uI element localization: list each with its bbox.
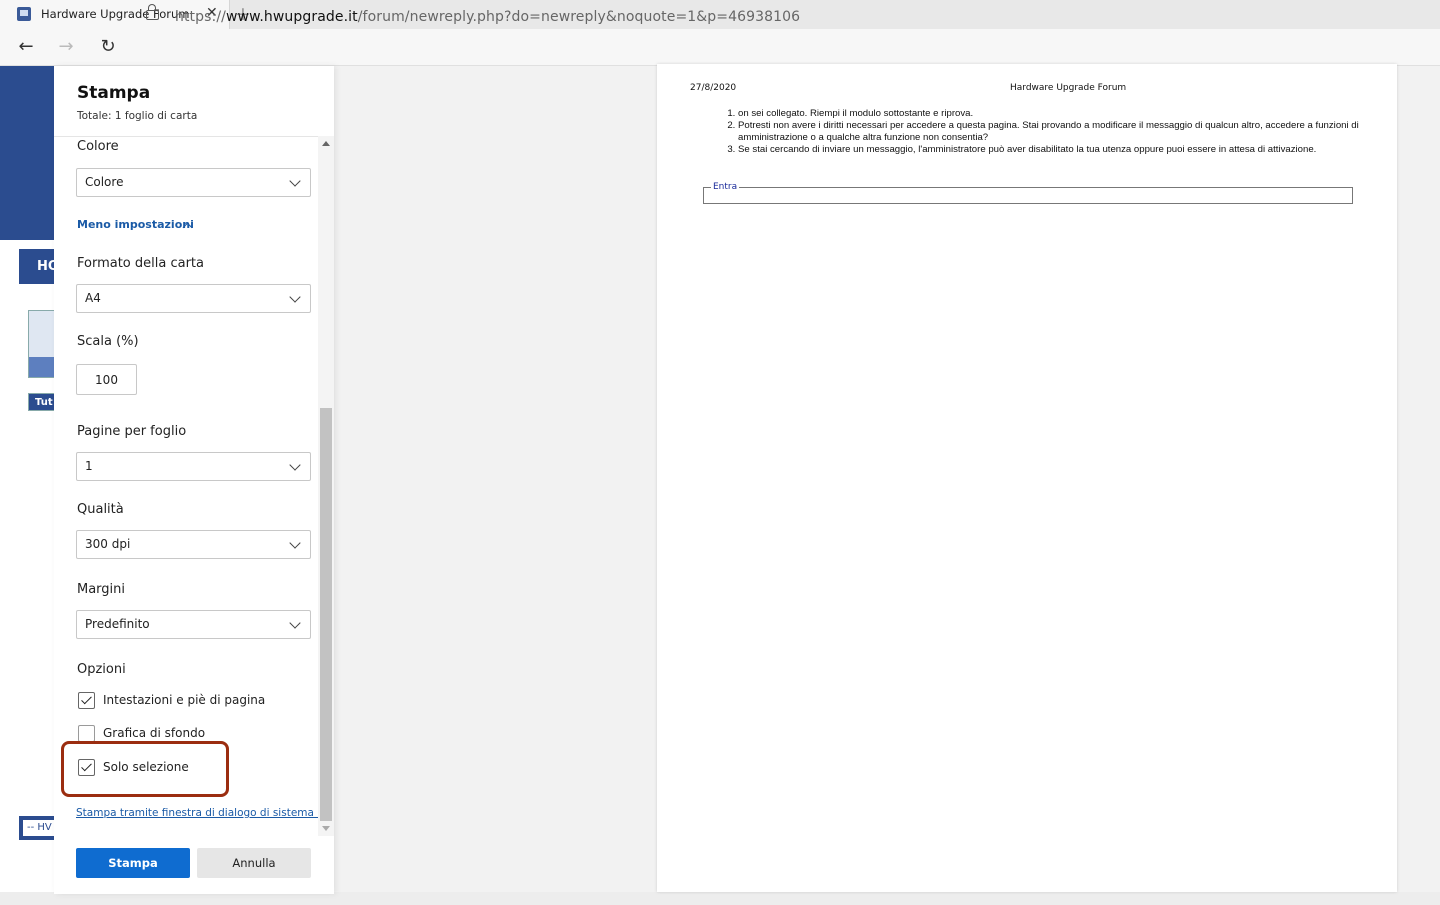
scale-input[interactable]: 100 [76,364,137,395]
page-tutti-button[interactable]: Tut [28,393,56,411]
margins-value: Predefinito [85,617,150,631]
preview-message-list: on sei collegato. Riempi il modulo sotto… [703,108,1398,156]
preview-fieldset-legend: Entra [711,182,740,192]
list-item: on sei collegato. Riempi il modulo sotto… [738,108,1398,120]
headers-footers-label[interactable]: Intestazioni e piè di pagina [103,693,265,707]
address-bar-row: ← → ↻ [0,29,1440,66]
page-forum-jump-select[interactable]: -- HV [19,816,56,840]
scale-label: Scala (%) [77,334,139,349]
reload-icon[interactable]: ↻ [96,35,120,59]
panel-title: Stampa [77,83,151,103]
page-forum-jump-text: -- HV [23,820,56,836]
cancel-button[interactable]: Annulla [197,848,311,878]
background-graphics-checkbox[interactable] [78,725,95,742]
page-header-banner [0,66,56,240]
scrollbar-thumb[interactable] [320,408,332,821]
forward-arrow-icon[interactable]: → [54,35,78,59]
preview-header-title: Hardware Upgrade Forum [1010,83,1127,93]
quality-label: Qualità [77,502,124,517]
margins-select[interactable]: Predefinito [76,610,311,639]
pages-per-sheet-value: 1 [85,459,93,473]
quality-value: 300 dpi [85,537,131,551]
system-dialog-link[interactable]: Stampa tramite finestra di dialogo di si… [76,807,331,819]
quality-select[interactable]: 300 dpi [76,530,311,559]
url-scheme: https:// [175,9,226,25]
list-item: Se stai cercando di inviare un messaggio… [738,144,1398,156]
chevron-down-icon [289,617,301,629]
lock-icon[interactable] [146,4,159,20]
background-graphics-label[interactable]: Grafica di sfondo [103,726,205,740]
scale-value: 100 [95,373,118,387]
paper-size-select[interactable]: A4 [76,284,311,313]
chevron-down-icon [289,459,301,471]
preview-header-date: 27/8/2020 [690,83,737,93]
pages-per-sheet-select[interactable]: 1 [76,452,311,481]
scroll-down-arrow-icon[interactable] [322,826,330,831]
color-select[interactable]: Colore [76,168,311,197]
options-label: Opzioni [77,662,126,677]
page-home-tab[interactable]: HO [19,249,56,284]
color-label: Colore [77,139,119,154]
pages-per-sheet-label: Pagine per foglio [77,424,187,439]
print-button[interactable]: Stampa [76,848,190,878]
scroll-up-arrow-icon[interactable] [322,141,330,146]
site-favicon-icon [17,7,31,21]
chevron-down-icon [289,175,301,187]
url-path: /forum/newreply.php?do=newreply&noquote=… [357,9,801,25]
annotation-highlight-box [61,741,229,797]
tab-title: Hardware Upgrade Forum [41,7,190,21]
list-item: Potresti non avere i diritti necessari p… [738,120,1398,144]
headers-footers-checkbox[interactable] [78,692,95,709]
color-select-value: Colore [85,175,124,189]
chevron-down-icon [289,291,301,303]
panel-divider [54,136,318,137]
less-settings-link[interactable]: Meno impostazioni [77,218,194,231]
url-field[interactable]: https://www.hwupgrade.it/forum/newreply.… [175,9,800,25]
paper-size-label: Formato della carta [77,256,204,271]
margins-label: Margini [77,582,126,597]
chevron-down-icon [289,537,301,549]
sheet-count: Totale: 1 foglio di carta [77,110,198,122]
paper-size-value: A4 [85,291,101,305]
url-domain: www.hwupgrade.it [225,9,358,25]
preview-login-fieldset [703,187,1353,204]
back-arrow-icon[interactable]: ← [14,35,38,59]
